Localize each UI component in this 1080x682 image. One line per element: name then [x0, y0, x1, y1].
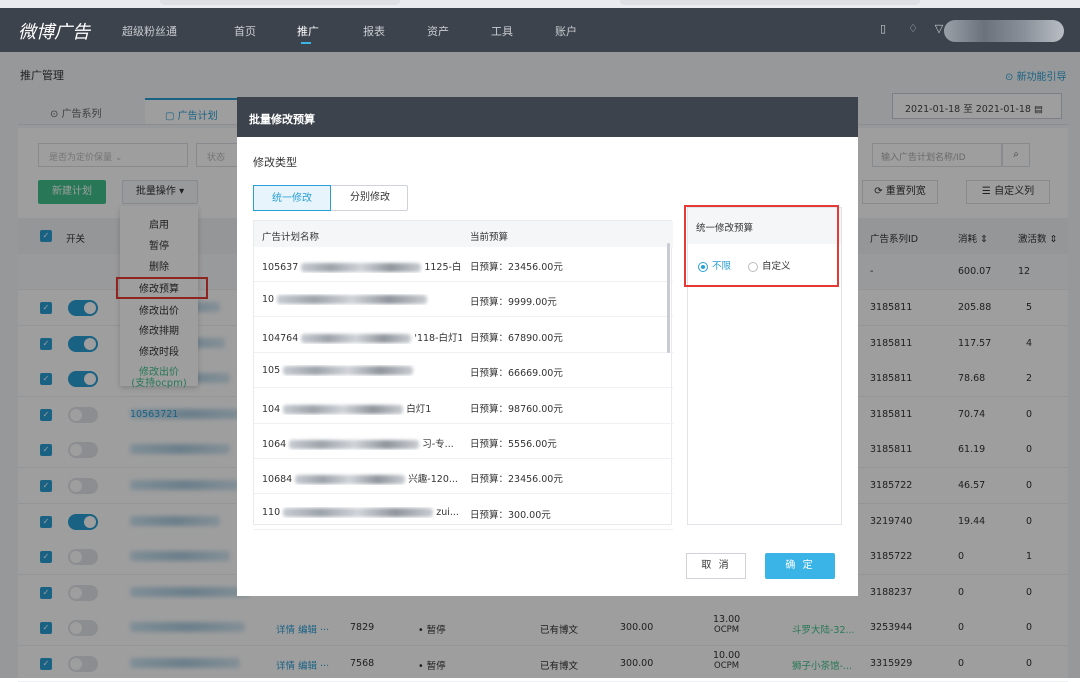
edit-type-label: 修改类型	[253, 156, 297, 169]
plan-table-header: 广告计划名称 当前预算	[254, 221, 673, 247]
plan-current-budget: 日预算：23456.00元	[470, 474, 563, 486]
plan-name: 10	[262, 294, 462, 305]
plan-name-blurred	[283, 404, 404, 414]
tab-shadow	[160, 0, 400, 5]
plan-row: 10 日预算：9999.00元	[254, 282, 673, 318]
col-plan-name: 广告计划名称	[262, 232, 320, 243]
plan-name-head: 105	[262, 365, 281, 377]
nav-promotion[interactable]: 推广	[297, 23, 319, 39]
plan-row: 110 zui... 日预算：300.00元	[254, 495, 673, 530]
plan-row: 1064 习-专... 日预算：5556.00元	[254, 424, 673, 459]
plan-name-tail: zui...	[436, 506, 459, 518]
nav-active-indicator	[301, 42, 311, 44]
plan-row: 10684 兴趣-120... 日预算：23456.00元	[254, 459, 673, 495]
segment-unified[interactable]: 统一修改	[253, 185, 331, 211]
plan-name-blurred	[301, 333, 412, 343]
plan-name-head: 104764	[262, 332, 299, 344]
edit-mode-segmented: 统一修改 分别修改	[253, 185, 408, 211]
top-navbar: 微博广告 超级粉丝通 首页 推广 报表 资产 工具 账户 ▯ ♢ ▽	[0, 8, 1080, 52]
plan-name-head: 10684	[262, 474, 293, 486]
cancel-button[interactable]: 取 消	[686, 553, 746, 579]
plan-row: 104 白灯1 日预算：98760.00元	[254, 389, 673, 424]
segment-separate[interactable]: 分别修改	[332, 186, 408, 210]
plan-name: 10684 兴趣-120...	[262, 471, 462, 485]
plan-name-blurred	[289, 440, 420, 449]
plan-name-head: 110	[262, 506, 281, 518]
plan-current-budget: 日预算：9999.00元	[470, 297, 557, 309]
confirm-button[interactable]: 确 定	[765, 553, 835, 579]
browser-top-strip	[0, 0, 1080, 8]
plan-name: 105	[262, 365, 462, 376]
plan-name-blurred	[295, 475, 406, 485]
plan-name-head: 1064	[262, 439, 287, 450]
plan-row: 105637 1125-白灯日预算：23456.00元	[254, 247, 673, 282]
nav-home[interactable]: 首页	[234, 23, 256, 39]
plan-name: 105637 1125-白灯	[262, 259, 462, 273]
nav-assets[interactable]: 资产	[427, 23, 449, 39]
plan-name-blurred	[301, 263, 422, 272]
plan-name: 104764 '118-白灯1	[262, 330, 462, 344]
plan-name-tail: 兴趣-120...	[408, 474, 458, 486]
plan-name-tail: 习-专...	[422, 439, 454, 450]
plan-name-tail: '118-白灯1	[414, 332, 462, 344]
plan-current-budget: 日预算：23456.00元	[470, 262, 563, 273]
plan-name-tail: 1125-白灯	[424, 262, 462, 273]
plan-budget-table: 广告计划名称 当前预算 105637 1125-白灯日预算：23456.00元1…	[253, 220, 673, 530]
batch-edit-budget-dialog: 批量修改预算 修改类型 统一修改 分别修改 广告计划名称 当前预算 105637…	[237, 97, 858, 596]
plan-row: 105 日预算：66669.00元	[254, 353, 673, 389]
nav-tools[interactable]: 工具	[491, 23, 513, 39]
nav-account[interactable]: 账户	[555, 23, 577, 39]
tab-shadow	[620, 0, 920, 5]
plan-name: 104 白灯1	[262, 401, 462, 415]
dialog-title: 批量修改预算	[237, 97, 858, 137]
table-scrollbar[interactable]	[667, 243, 670, 353]
plan-name-tail: 白灯1	[406, 403, 432, 415]
plan-name-blurred	[277, 295, 428, 305]
plan-name: 1064 习-专...	[262, 436, 462, 450]
plan-row: 104764 '118-白灯1 日预算：67890.00元	[254, 318, 673, 353]
plan-name-blurred	[283, 366, 414, 376]
plan-name-head: 104	[262, 403, 281, 415]
col-current-budget: 当前预算	[470, 232, 509, 243]
plan-current-budget: 日预算：5556.00元	[470, 439, 557, 450]
nav-reports[interactable]: 报表	[363, 23, 385, 39]
weibo-ad-logo[interactable]: 微博广告	[18, 18, 90, 44]
plan-name: 110 zui...	[262, 507, 462, 518]
user-avatar[interactable]	[944, 20, 1064, 42]
plan-current-budget: 日预算：66669.00元	[470, 368, 563, 380]
plan-name-head: 10	[262, 294, 275, 306]
highlight-box-unified-budget	[684, 205, 839, 287]
plan-name-head: 105637	[262, 262, 299, 273]
product-name: 超级粉丝通	[122, 25, 177, 38]
plan-current-budget: 日预算：300.00元	[470, 509, 551, 521]
mobile-icon[interactable]: ▯	[876, 22, 890, 36]
plan-name-blurred	[283, 507, 434, 517]
plan-current-budget: 日预算：98760.00元	[470, 403, 563, 415]
bell-icon[interactable]: ♢	[906, 22, 920, 36]
plan-current-budget: 日预算：67890.00元	[470, 332, 563, 344]
